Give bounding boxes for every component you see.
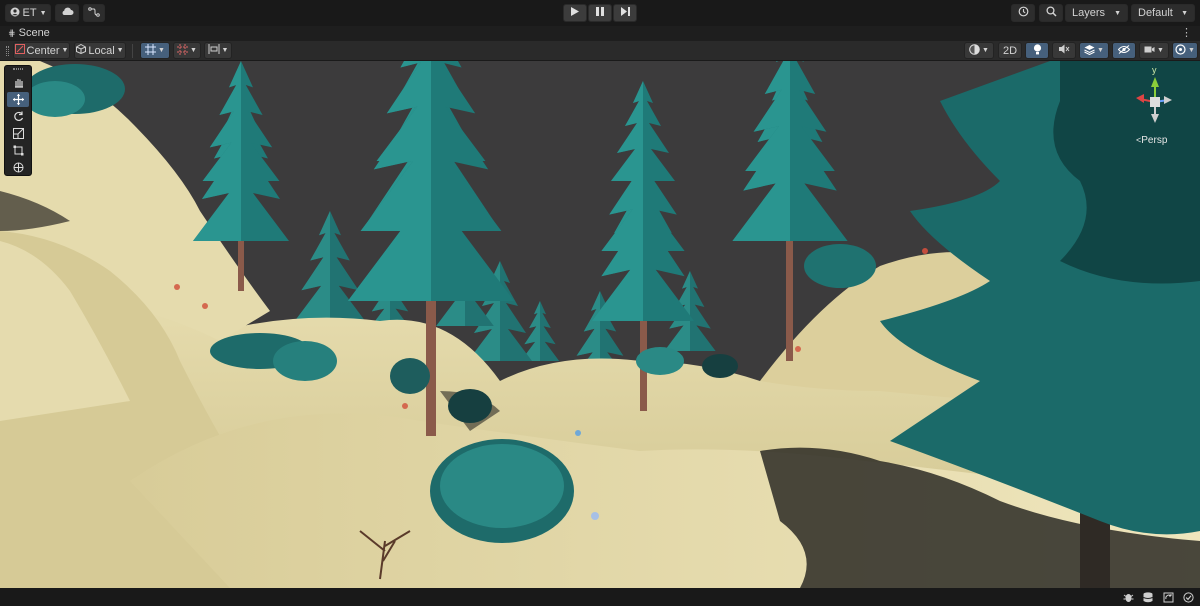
layers-label: Layers: [1072, 7, 1106, 19]
chevron-down-icon: ▼: [1181, 9, 1188, 17]
toggle-2d-label: 2D: [1002, 44, 1018, 57]
grid-snap-dropdown[interactable]: ▼: [140, 42, 170, 59]
chevron-down-icon: ▼: [158, 47, 165, 54]
sync-icon[interactable]: [1161, 590, 1175, 604]
history-icon: [1018, 6, 1029, 20]
scene-render: [0, 61, 1200, 588]
draw-mode-dropdown[interactable]: ▼: [964, 42, 994, 59]
toolbar-divider: [132, 44, 133, 58]
database-icon[interactable]: [1141, 590, 1155, 604]
axis-gizmo-icon: [1136, 77, 1172, 123]
chevron-down-icon: ▼: [221, 47, 229, 54]
pivot-space-label: Local: [88, 44, 115, 57]
status-bar: [0, 588, 1200, 606]
account-icon: [10, 7, 20, 20]
undo-history-button[interactable]: [1011, 4, 1035, 22]
rotate-icon: [13, 111, 24, 122]
toggle-2d-button[interactable]: 2D: [998, 42, 1022, 59]
axis-y-label: y: [1152, 65, 1157, 75]
collab-button[interactable]: [83, 4, 105, 22]
scene-toolbar: Center ▼ Local ▼ ▼ ▼ ▼ ▼ 2D ▼ ▼ ▼: [0, 41, 1200, 61]
transform-tool-button[interactable]: [7, 160, 29, 175]
step-button[interactable]: [613, 4, 637, 22]
version-control-icon: [88, 6, 100, 20]
main-toolbar: ET ▼ Layers ▼ Default ▼: [0, 0, 1200, 26]
grid-icon: ⋕: [8, 28, 16, 38]
pause-icon: [596, 7, 604, 19]
step-icon: [620, 7, 630, 19]
layout-dropdown[interactable]: Default ▼: [1131, 4, 1195, 22]
pivot-space-dropdown[interactable]: Local ▼: [74, 42, 126, 59]
chevron-down-icon: ▼: [1097, 47, 1104, 54]
gizmo-globe-icon: [1175, 43, 1186, 58]
align-icon: [208, 44, 220, 57]
transform-tools-palette: [4, 65, 32, 176]
audio-toggle[interactable]: [1052, 42, 1076, 59]
check-circle-icon[interactable]: [1181, 590, 1195, 604]
move-tool-button[interactable]: [7, 92, 29, 107]
scale-tool-button[interactable]: [7, 126, 29, 141]
account-label: ET: [22, 7, 37, 19]
speaker-muted-icon: [1058, 44, 1070, 57]
search-icon: [1045, 6, 1057, 20]
chevron-down-icon: ▼: [982, 47, 989, 54]
shaded-sphere-icon: [969, 43, 980, 58]
rect-tool-button[interactable]: [7, 143, 29, 158]
play-button[interactable]: [563, 4, 587, 22]
projection-label[interactable]: <Persp: [1136, 135, 1167, 146]
hand-tool-button[interactable]: [7, 75, 29, 90]
scene-visibility-toggle[interactable]: [1112, 42, 1136, 59]
pause-button[interactable]: [588, 4, 612, 22]
pivot-mode-label: Center: [26, 44, 60, 57]
grid-snap-icon: [145, 43, 157, 58]
chevron-down-icon: ▼: [61, 47, 69, 54]
layout-label: Default: [1138, 7, 1173, 19]
camera-settings-dropdown[interactable]: ▼: [1139, 42, 1169, 59]
effects-dropdown[interactable]: ▼: [1079, 42, 1109, 59]
cloud-icon: [61, 7, 74, 19]
pivot-center-icon: [14, 44, 25, 57]
bug-icon[interactable]: [1121, 590, 1135, 604]
chevron-down-icon: ▼: [190, 47, 197, 54]
transform-all-icon: [13, 162, 24, 173]
move-arrows-icon: [12, 94, 24, 105]
hand-icon: [13, 77, 24, 88]
chevron-down-icon: ▼: [116, 47, 124, 54]
local-cube-icon: [76, 43, 87, 57]
effects-layers-icon: [1084, 44, 1095, 58]
lightbulb-icon: [1033, 43, 1042, 58]
rect-transform-icon: [13, 145, 24, 156]
increment-snap-icon: [177, 43, 189, 58]
more-options-icon[interactable]: ⋮: [1181, 26, 1192, 39]
search-button[interactable]: [1039, 4, 1063, 22]
play-icon: [571, 7, 579, 19]
hidden-eye-icon: [1117, 44, 1131, 57]
pivot-mode-dropdown[interactable]: Center ▼: [13, 42, 70, 59]
drag-handle-icon[interactable]: [13, 68, 23, 70]
chevron-down-icon: ▼: [1114, 9, 1121, 17]
lighting-toggle[interactable]: [1025, 42, 1049, 59]
increment-snap-dropdown[interactable]: ▼: [173, 42, 201, 59]
gizmos-dropdown[interactable]: ▼: [1172, 42, 1198, 59]
tab-scene[interactable]: ⋕ Scene: [8, 27, 50, 39]
rotate-tool-button[interactable]: [7, 109, 29, 124]
chevron-down-icon: ▼: [1157, 47, 1164, 54]
chevron-down-icon: ▼: [1188, 47, 1195, 54]
drag-handle-icon[interactable]: [6, 46, 9, 56]
camera-icon: [1144, 45, 1155, 57]
account-dropdown[interactable]: ET ▼: [5, 4, 51, 22]
scale-icon: [12, 128, 24, 139]
projection-mode-text: Persp: [1141, 135, 1168, 146]
chevron-down-icon: ▼: [39, 9, 47, 17]
align-dropdown[interactable]: ▼: [204, 42, 232, 59]
tab-scene-label: Scene: [18, 27, 50, 39]
scene-viewport[interactable]: y <Persp: [0, 61, 1200, 588]
scene-tab-bar: ⋕ Scene ⋮: [0, 26, 1200, 41]
cloud-button[interactable]: [55, 4, 79, 22]
layers-dropdown[interactable]: Layers ▼: [1065, 4, 1128, 22]
